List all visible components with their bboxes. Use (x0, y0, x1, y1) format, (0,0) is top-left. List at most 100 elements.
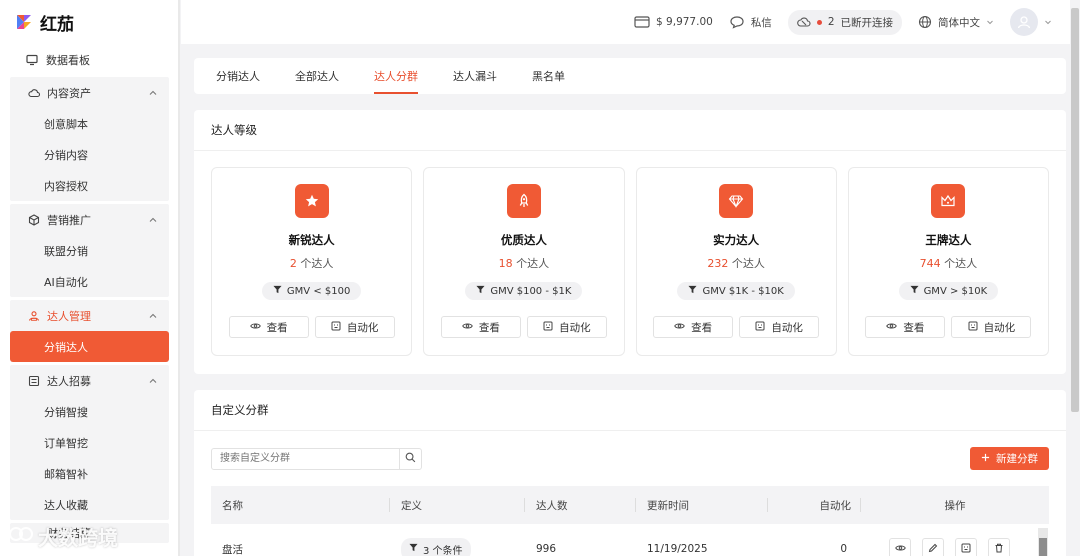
search-box (211, 447, 422, 470)
automation-button[interactable]: 自动化 (314, 316, 395, 338)
gmv-range: GMV $100 - $1K (490, 285, 572, 297)
tab-creator-funnel[interactable]: 达人漏斗 (453, 58, 497, 94)
level-list: 新锐达人 2 个达人 GMV < $100 查看 自动化 优质达人 18 个达人… (194, 151, 1066, 374)
balance-display[interactable]: $ 9,977.00 (634, 15, 713, 29)
eye-icon (462, 321, 473, 333)
level-card-quality: 优质达人 18 个达人 GMV $100 - $1K 查看 自动化 (423, 167, 625, 356)
sidebar-item-distribution-creators[interactable]: 分销达人 (10, 331, 169, 362)
view-button[interactable]: 查看 (228, 316, 309, 338)
automation-button[interactable]: 自动化 (526, 316, 607, 338)
table-row[interactable]: 盘活 3 个条件 996 11/19/2025 0 (211, 524, 1049, 556)
toolbar: 新建分群 (194, 431, 1066, 470)
cloud-icon (28, 87, 42, 99)
view-label: 查看 (478, 321, 500, 334)
level-count: 232 个达人 (707, 255, 765, 271)
language-label: 简体中文 (938, 16, 980, 29)
sidebar-group-head-creator-mgmt[interactable]: 达人管理 (10, 300, 169, 331)
edit-row-button[interactable] (922, 538, 944, 556)
sidebar-group-head-content[interactable]: 内容资产 (10, 77, 169, 108)
sidebar-scrollbar[interactable] (178, 0, 180, 556)
custom-groups-card: 自定义分群 新建分群 名称 定义 达人数 更新时间 自动化 操作 (194, 390, 1066, 556)
column-header-definition: 定义 (390, 486, 525, 524)
view-button[interactable]: 查看 (653, 316, 734, 338)
chevron-up-icon (149, 310, 157, 323)
sidebar-item-order-mining[interactable]: 订单智挖 (10, 427, 169, 458)
level-name: 王牌达人 (925, 233, 972, 247)
level-count: 744 个达人 (920, 255, 978, 271)
robot-icon (968, 321, 978, 334)
automation-button[interactable]: 自动化 (739, 316, 820, 338)
new-group-button[interactable]: 新建分群 (970, 447, 1049, 470)
level-count-unit: 个达人 (300, 257, 334, 270)
group-icon (28, 310, 42, 322)
language-selector[interactable]: 简体中文 (918, 15, 994, 30)
messages-label: 私信 (750, 16, 772, 29)
view-button[interactable]: 查看 (865, 316, 946, 338)
sidebar-item-favorites[interactable]: 达人收藏 (10, 489, 169, 520)
sidebar-group-head-marketing[interactable]: 营销推广 (10, 204, 169, 235)
robot-icon (331, 321, 341, 334)
automation-row-button[interactable] (955, 538, 977, 556)
search-input[interactable] (212, 448, 399, 469)
cell-count: 996 (536, 543, 557, 555)
connection-count: 2 (827, 16, 835, 28)
cell-name: 盘活 (222, 543, 243, 556)
level-actions: 查看 自动化 (653, 316, 820, 338)
wallet-icon (634, 15, 650, 29)
tab-distribution-creators[interactable]: 分销达人 (216, 58, 260, 94)
eye-icon (674, 321, 685, 333)
page-scrollbar-thumb[interactable] (1071, 8, 1079, 412)
level-card-strength: 实力达人 232 个达人 GMV $1K - $10K 查看 自动化 (635, 167, 837, 356)
automation-label: 自动化 (983, 321, 1016, 334)
view-label: 查看 (266, 321, 288, 334)
chevron-up-icon (149, 214, 157, 227)
search-button[interactable] (399, 448, 421, 469)
user-menu[interactable] (1010, 8, 1052, 36)
conditions-badge[interactable]: 3 个条件 (401, 537, 471, 556)
view-label: 查看 (903, 321, 925, 334)
pencil-icon (928, 543, 938, 556)
view-button[interactable]: 查看 (440, 316, 521, 338)
sidebar-item-affiliate[interactable]: 联盟分销 (10, 235, 169, 266)
delete-row-button[interactable] (988, 538, 1010, 556)
groups-table: 名称 定义 达人数 更新时间 自动化 操作 盘活 3 个条件 996 11/19… (211, 486, 1049, 556)
cell-updated: 11/19/2025 (647, 543, 708, 555)
sidebar-item-email-fill[interactable]: 邮箱智补 (10, 458, 169, 489)
table-scrollbar-thumb[interactable] (1039, 538, 1047, 556)
sidebar-item-ai-automation[interactable]: AI自动化 (10, 266, 169, 297)
chevron-down-icon (1044, 18, 1052, 26)
level-count: 18 个达人 (499, 255, 550, 271)
view-row-button[interactable] (889, 538, 911, 556)
sidebar-item-dashboard[interactable]: 数据看板 (0, 44, 179, 75)
section-title: 自定义分群 (194, 390, 1066, 431)
new-group-label: 新建分群 (996, 453, 1038, 465)
column-header-count: 达人数 (525, 486, 636, 524)
level-name: 新锐达人 (288, 233, 335, 247)
connection-status[interactable]: 2 已断开连接 (787, 9, 902, 35)
automation-button[interactable]: 自动化 (951, 316, 1032, 338)
sidebar-item-smart-search[interactable]: 分销智搜 (10, 396, 169, 427)
gmv-range: GMV $1K - $10K (702, 285, 784, 297)
tab-blacklist[interactable]: 黑名单 (532, 58, 565, 94)
sidebar-item-distribution-content[interactable]: 分销内容 (10, 139, 169, 170)
star-icon (294, 184, 329, 218)
tab-creator-groups[interactable]: 达人分群 (374, 58, 418, 94)
level-count-number: 744 (919, 257, 941, 270)
cell-definition: 3 个条件 (390, 537, 525, 556)
gmv-badge: GMV < $100 (261, 282, 362, 300)
gmv-badge: GMV > $10K (898, 282, 999, 300)
column-header-automation: 自动化 (768, 486, 861, 524)
topbar: $ 9,977.00 私信 2 已断开连接 简体中文 (181, 0, 1080, 44)
app-logo[interactable]: 红茄 (0, 0, 179, 44)
level-card-new: 新锐达人 2 个达人 GMV < $100 查看 自动化 (211, 167, 413, 356)
cell-actions (861, 538, 1049, 556)
sidebar-group-head-recruit[interactable]: 达人招募 (10, 365, 169, 396)
level-card-ace: 王牌达人 744 个达人 GMV > $10K 查看 自动化 (847, 167, 1049, 356)
sidebar-item-content-auth[interactable]: 内容授权 (10, 170, 169, 201)
tab-all-creators[interactable]: 全部达人 (295, 58, 339, 94)
level-count: 2 个达人 (290, 255, 334, 271)
column-header-updated: 更新时间 (636, 486, 768, 524)
robot-icon (961, 543, 971, 556)
sidebar-item-creative-script[interactable]: 创意脚本 (10, 108, 169, 139)
messages-button[interactable]: 私信 (729, 15, 772, 30)
